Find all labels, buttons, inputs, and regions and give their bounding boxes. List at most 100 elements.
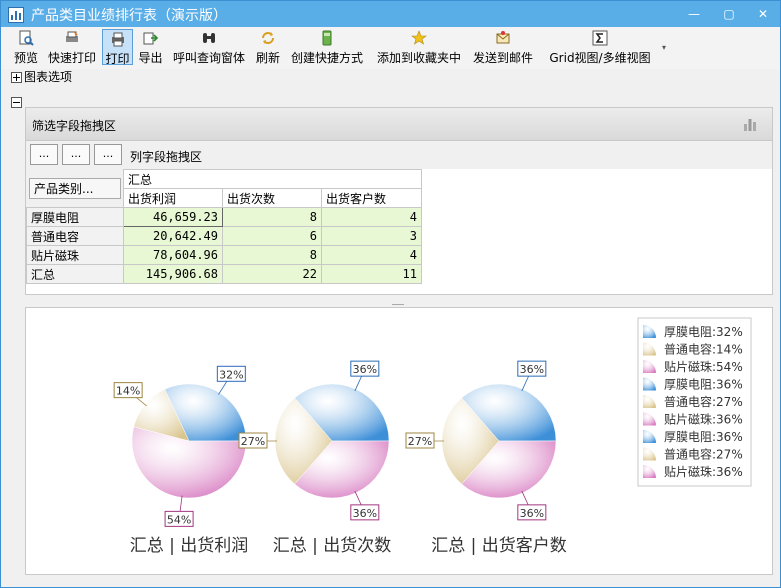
data-label: 54%	[167, 513, 191, 526]
preview-icon	[19, 30, 34, 46]
call-query-form-label: 呼叫查询窗体	[172, 51, 245, 65]
pivot-grid: 筛选字段拖拽区 ... ... ... 列字段拖拽区 产品类别... 汇总 出货…	[25, 107, 773, 295]
mail-icon	[496, 31, 510, 44]
pie-title: 汇总 | 出货客户数	[431, 536, 567, 556]
table-row: 普通电容 20,642.49 6 3	[26, 226, 422, 246]
field-button[interactable]: ...	[62, 144, 90, 165]
call-query-form-button[interactable]: 呼叫查询窗体	[169, 29, 249, 65]
quick-print-button[interactable]: 快速打印	[45, 29, 99, 65]
app-bar-chart-icon	[8, 7, 24, 23]
quick-print-label: 快速打印	[47, 51, 96, 65]
export-button[interactable]: 导出	[135, 29, 166, 65]
legend-item[interactable]: 贴片磁珠:36%	[664, 464, 743, 479]
export-icon	[143, 32, 158, 45]
row-field-button[interactable]: 产品类别...	[29, 178, 121, 199]
data-cell[interactable]: 22	[222, 264, 322, 284]
legend-item[interactable]: 贴片磁珠:54%	[664, 359, 743, 374]
star-icon	[411, 30, 427, 45]
quick-print-icon	[66, 31, 78, 42]
refresh-icon	[262, 32, 274, 44]
legend-item[interactable]: 普通电容:27%	[664, 447, 743, 462]
toolbar-overflow-icon[interactable]: ▾	[662, 43, 666, 52]
data-cell[interactable]: 8	[222, 245, 322, 265]
filter-zone-label: 筛选字段拖拽区	[32, 119, 117, 133]
data-cell[interactable]: 11	[321, 264, 422, 284]
create-shortcut-label: 创建快捷方式	[290, 51, 363, 65]
row-label[interactable]: 汇总	[26, 264, 124, 284]
chart-options-label: 图表选项	[24, 70, 73, 84]
legend-item[interactable]: 厚膜电阻:32%	[664, 325, 743, 339]
preview-button[interactable]: 预览	[11, 29, 41, 65]
window-title: 产品类目业绩排行表（演示版）	[31, 8, 227, 24]
add-favorites-label: 添加到收藏夹中	[376, 51, 461, 65]
minimize-button[interactable]: —	[677, 1, 711, 27]
print-button[interactable]: 打印	[102, 29, 133, 66]
field-button[interactable]: ...	[94, 144, 122, 165]
data-cell[interactable]: 8	[222, 207, 322, 227]
pivot-table: 产品类别... 汇总 出货利润 出货次数 出货客户数 厚膜电阻 46,659.2…	[26, 169, 422, 284]
grid-view-button[interactable]: Grid视图/多维视图	[540, 29, 660, 65]
app-window: 产品类目业绩排行表（演示版） — ▢ ✕ 预览 快速打印 打印 导出 呼叫查询窗…	[0, 0, 781, 588]
legend-item[interactable]: 厚膜电阻:36%	[664, 378, 743, 392]
legend-item[interactable]: 贴片磁珠:36%	[664, 412, 743, 427]
chart-panel: 32% 14% 54% 汇总 | 出货利润 36% 27% 36% 汇总 | 出货次数 36% 2…	[25, 307, 773, 575]
data-label: 36%	[353, 363, 377, 376]
chart-options-toggle[interactable]: 图表选项	[11, 68, 72, 85]
data-label: 36%	[520, 363, 544, 376]
send-mail-button[interactable]: 发送到邮件	[469, 29, 537, 65]
title-bar: 产品类目业绩排行表（演示版） — ▢ ✕	[1, 1, 780, 27]
pie-charts: 32% 14% 54% 汇总 | 出货利润 36% 27% 36% 汇总 | 出货次数 36% 2…	[113, 317, 752, 556]
row-header-cell: 产品类别...	[26, 169, 124, 208]
field-button[interactable]: ...	[30, 144, 58, 165]
row-label[interactable]: 普通电容	[26, 226, 124, 246]
total-row: 汇总 145,906.68 22 11	[26, 264, 422, 284]
refresh-button[interactable]: 刷新	[253, 29, 283, 65]
collapse-minus-icon	[11, 97, 22, 108]
grid-view-label: Grid视图/多维视图	[549, 51, 651, 65]
add-favorites-button[interactable]: 添加到收藏夹中	[372, 29, 466, 65]
data-label: 27%	[408, 435, 432, 448]
row-label[interactable]: 厚膜电阻	[26, 207, 124, 227]
maximize-button[interactable]: ▢	[712, 1, 746, 27]
group-header: 汇总	[123, 169, 422, 189]
column-header[interactable]: 出货客户数	[321, 188, 422, 208]
data-label: 27%	[241, 435, 265, 448]
expand-plus-icon	[11, 72, 22, 83]
data-cell[interactable]: 46,659.23	[123, 207, 223, 227]
chart-toggle-icon[interactable]	[742, 116, 758, 132]
data-cell[interactable]: 4	[321, 207, 422, 227]
data-label: 32%	[219, 368, 243, 381]
column-zone-label: 列字段拖拽区	[130, 150, 203, 164]
splitter-handle[interactable]	[25, 298, 771, 309]
sigma-icon	[592, 30, 608, 46]
legend-item[interactable]: 厚膜电阻:36%	[664, 430, 743, 444]
table-row: 厚膜电阻 46,659.23 8 4	[26, 207, 422, 227]
pie-title: 汇总 | 出货次数	[273, 536, 392, 556]
binoculars-icon	[203, 33, 215, 43]
data-cell[interactable]: 3	[321, 226, 422, 246]
legend-item[interactable]: 普通电容:14%	[664, 342, 743, 357]
data-cell[interactable]: 6	[222, 226, 322, 246]
refresh-label: 刷新	[255, 51, 280, 65]
legend-item[interactable]: 普通电容:27%	[664, 394, 743, 409]
create-shortcut-button[interactable]: 创建快捷方式	[286, 29, 368, 65]
table-row: 贴片磁珠 78,604.96 8 4	[26, 245, 422, 265]
column-header[interactable]: 出货利润	[123, 188, 223, 208]
data-cell[interactable]: 20,642.49	[123, 226, 223, 246]
filter-drop-zone[interactable]: 筛选字段拖拽区	[26, 108, 772, 141]
print-icon	[111, 32, 124, 47]
close-button[interactable]: ✕	[746, 1, 780, 27]
column-header[interactable]: 出货次数	[222, 188, 322, 208]
row-label[interactable]: 贴片磁珠	[26, 245, 124, 265]
preview-label: 预览	[13, 51, 38, 65]
column-drop-zone[interactable]: ... ... ... 列字段拖拽区	[26, 141, 772, 169]
data-cell[interactable]: 78,604.96	[123, 245, 223, 265]
data-label: 14%	[116, 385, 140, 398]
data-cell[interactable]: 145,906.68	[123, 264, 223, 284]
shortcut-icon	[322, 30, 332, 46]
toolbar: 预览 快速打印 打印 导出 呼叫查询窗体 刷新 创建快捷方式 添加到收藏夹中 发…	[1, 27, 780, 69]
data-cell[interactable]: 4	[321, 245, 422, 265]
export-label: 导出	[138, 51, 163, 65]
pivot-collapse-toggle[interactable]	[11, 95, 24, 109]
send-mail-label: 发送到邮件	[472, 51, 533, 65]
